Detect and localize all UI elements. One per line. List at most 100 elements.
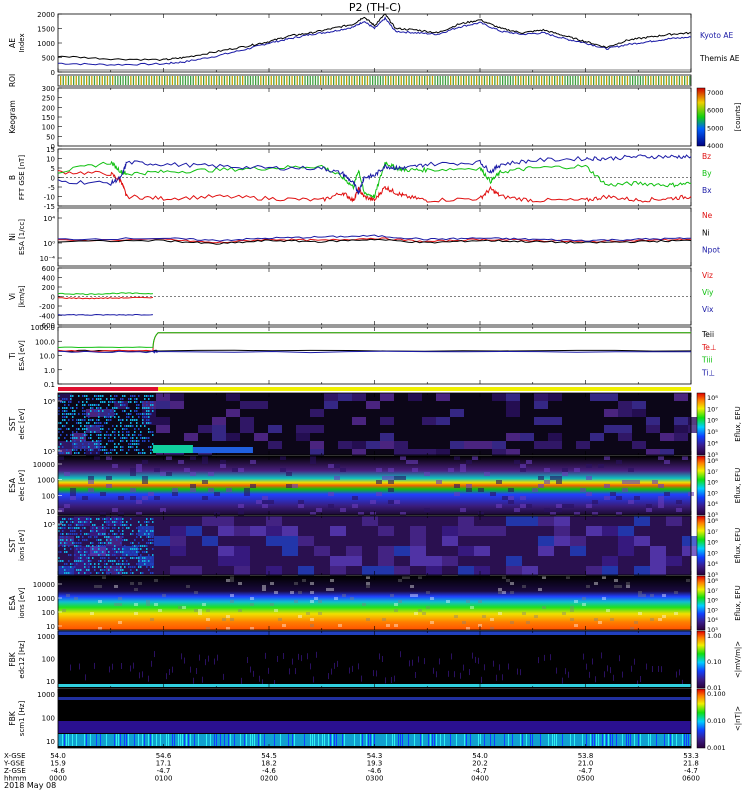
sst_e-spectrogram-early-noise <box>118 416 120 418</box>
roi-mark <box>593 76 595 85</box>
esa_e-spectrogram-cell <box>406 460 412 464</box>
esa_i-spectrogram-cell <box>366 582 370 585</box>
sst_i-spectrogram-cell <box>410 526 426 536</box>
sst_e-spectrogram-cell <box>478 441 492 449</box>
sst_e-spectrogram-early-noise <box>82 443 84 445</box>
fbk_b-streak <box>548 734 549 746</box>
sst_e-spectrogram-early-noise <box>64 404 66 406</box>
esa_e-spectrogram-cell <box>376 480 382 484</box>
roi-mark <box>166 76 168 85</box>
esa_e-spectrogram-cell <box>160 508 166 512</box>
sst_e-spectrogram-early-noise <box>88 446 90 448</box>
fbk_e-streak <box>283 653 284 660</box>
fbk_b-streak <box>334 734 335 746</box>
sst_i-spectrogram-cell <box>554 516 570 526</box>
sst_i-spectrogram-early-noise <box>146 551 148 553</box>
sst_i-spectrogram-cell <box>346 546 362 556</box>
esa_e-spectrogram-cell <box>592 512 598 516</box>
esa_i-spectrogram-cell <box>618 585 622 588</box>
sst_i-spectrogram-early-noise <box>62 536 64 538</box>
sst_e-spectrogram-early-noise <box>150 401 152 403</box>
sst_i-spectrogram-early-noise <box>140 554 142 556</box>
esa_e-spectrogram-cell <box>508 488 514 492</box>
sst_i-spectrogram-early-noise <box>102 524 104 526</box>
roi-mark <box>91 76 93 85</box>
esa_e-spectrogram-cell <box>310 512 316 516</box>
roi-mark <box>504 76 506 85</box>
esa_i-spectrogram-cell <box>410 594 414 597</box>
sst_i-spectrogram-early-noise <box>82 527 84 529</box>
sst_i-spectrogram-early-noise <box>118 560 120 562</box>
sst_e-spectrogram-early-noise <box>100 437 102 439</box>
sst_i-spectrogram-early-noise <box>72 539 74 541</box>
esa_i-spectrogram-cell <box>134 603 138 606</box>
density-ytick-label: 10⁴ <box>43 215 55 223</box>
esa_i-spectrogram-cell <box>146 603 150 606</box>
sst_e-spectrogram-early-noise <box>140 413 142 415</box>
sst_e-spectrogram-early-noise <box>84 452 86 454</box>
sst_e-spectrogram-early-noise <box>106 443 108 445</box>
sst_e-spectrogram-early-noise <box>114 416 116 418</box>
sst_e-spectrogram-early-noise <box>124 428 126 430</box>
roi-mark <box>182 76 184 85</box>
sst_e-spectrogram-early-noise <box>126 431 128 433</box>
fbk_b-streak <box>368 734 369 746</box>
esa_e-spectrogram-cell <box>682 456 688 460</box>
sst_i-spectrogram-early-noise <box>116 551 118 553</box>
sst_e-spectrogram-early-noise <box>104 449 106 451</box>
fbk_b-streak <box>456 734 457 746</box>
xaxis-value: 0300 <box>366 775 384 783</box>
sst_e-spectrogram-early-noise <box>64 425 66 427</box>
sst_e-spectrogram-early-noise <box>128 398 130 400</box>
fbk_b-streak <box>432 734 433 746</box>
roi-mark <box>551 76 553 85</box>
sst_e-spectrogram-early-noise <box>76 404 78 406</box>
roi-mark <box>379 76 382 85</box>
ae-ytick-label: 0 <box>51 69 55 77</box>
fbk_e-streak <box>250 666 251 673</box>
esa_i-spectrogram-cell <box>414 612 418 615</box>
sst_i-spectrogram-early-noise <box>136 554 138 556</box>
roi-mark <box>60 76 62 85</box>
sst_i-spectrogram-cell <box>170 526 186 536</box>
fbk_e-streak <box>295 668 296 675</box>
sst_e-spectrogram-early-noise <box>134 440 136 442</box>
sst_e-spectrogram-early-noise <box>144 440 146 442</box>
fbk_b-streak <box>490 734 491 746</box>
sst_e-spectrogram-early-noise <box>112 407 114 409</box>
esa_i-spectrogram-cell <box>162 594 166 597</box>
fbk_e-streak <box>646 663 647 670</box>
fbk_b-streak <box>676 734 677 746</box>
sst_e-spectrogram-early-noise <box>138 407 140 409</box>
sst_e-spectrogram-cell <box>632 409 646 417</box>
sst_i-spectrogram-early-noise <box>82 539 84 541</box>
roi-mark <box>473 76 475 85</box>
sst_e-spectrogram-early-noise <box>76 422 78 424</box>
esa_i-spectrogram-cell <box>114 585 118 588</box>
sst_i-spectrogram-early-noise <box>66 551 68 553</box>
fbk_b-streak <box>562 734 563 746</box>
sst_i-spectrogram-early-noise <box>98 518 100 520</box>
sst_e-spectrogram-early-noise <box>128 443 130 445</box>
roi-mark <box>164 76 166 85</box>
sst_e-spectrogram-early-noise <box>144 407 146 409</box>
esa_e-spectrogram-cell <box>676 500 682 504</box>
sst_i-spectrogram-cell <box>202 536 218 546</box>
sst_i-spectrogram-early-noise <box>102 551 104 553</box>
esa_i-spectrogram-cell <box>502 591 506 594</box>
esa_e-spectrogram-cell <box>130 468 136 472</box>
density-frame <box>57 207 692 267</box>
esa_e-spectrogram-cell <box>622 480 628 484</box>
esa_e-spectrogram-cell <box>556 504 562 508</box>
sst_e-spectrogram-early-noise <box>72 434 74 436</box>
sst_i-spectrogram-early-noise <box>100 557 102 559</box>
esa_i-spectrogram-cell <box>290 591 294 594</box>
fbk_b-streak <box>106 734 107 746</box>
fbk_e-streak <box>595 676 596 683</box>
sst_e-spectrogram-early-noise <box>130 446 132 448</box>
sst_i-spectrogram-early-noise <box>124 572 126 574</box>
sst_e-spectrogram-early-noise <box>122 434 124 436</box>
roi-mark <box>613 76 616 85</box>
fbk_b-streak <box>394 734 395 746</box>
sst_e-spectrogram-early-noise <box>106 431 108 433</box>
